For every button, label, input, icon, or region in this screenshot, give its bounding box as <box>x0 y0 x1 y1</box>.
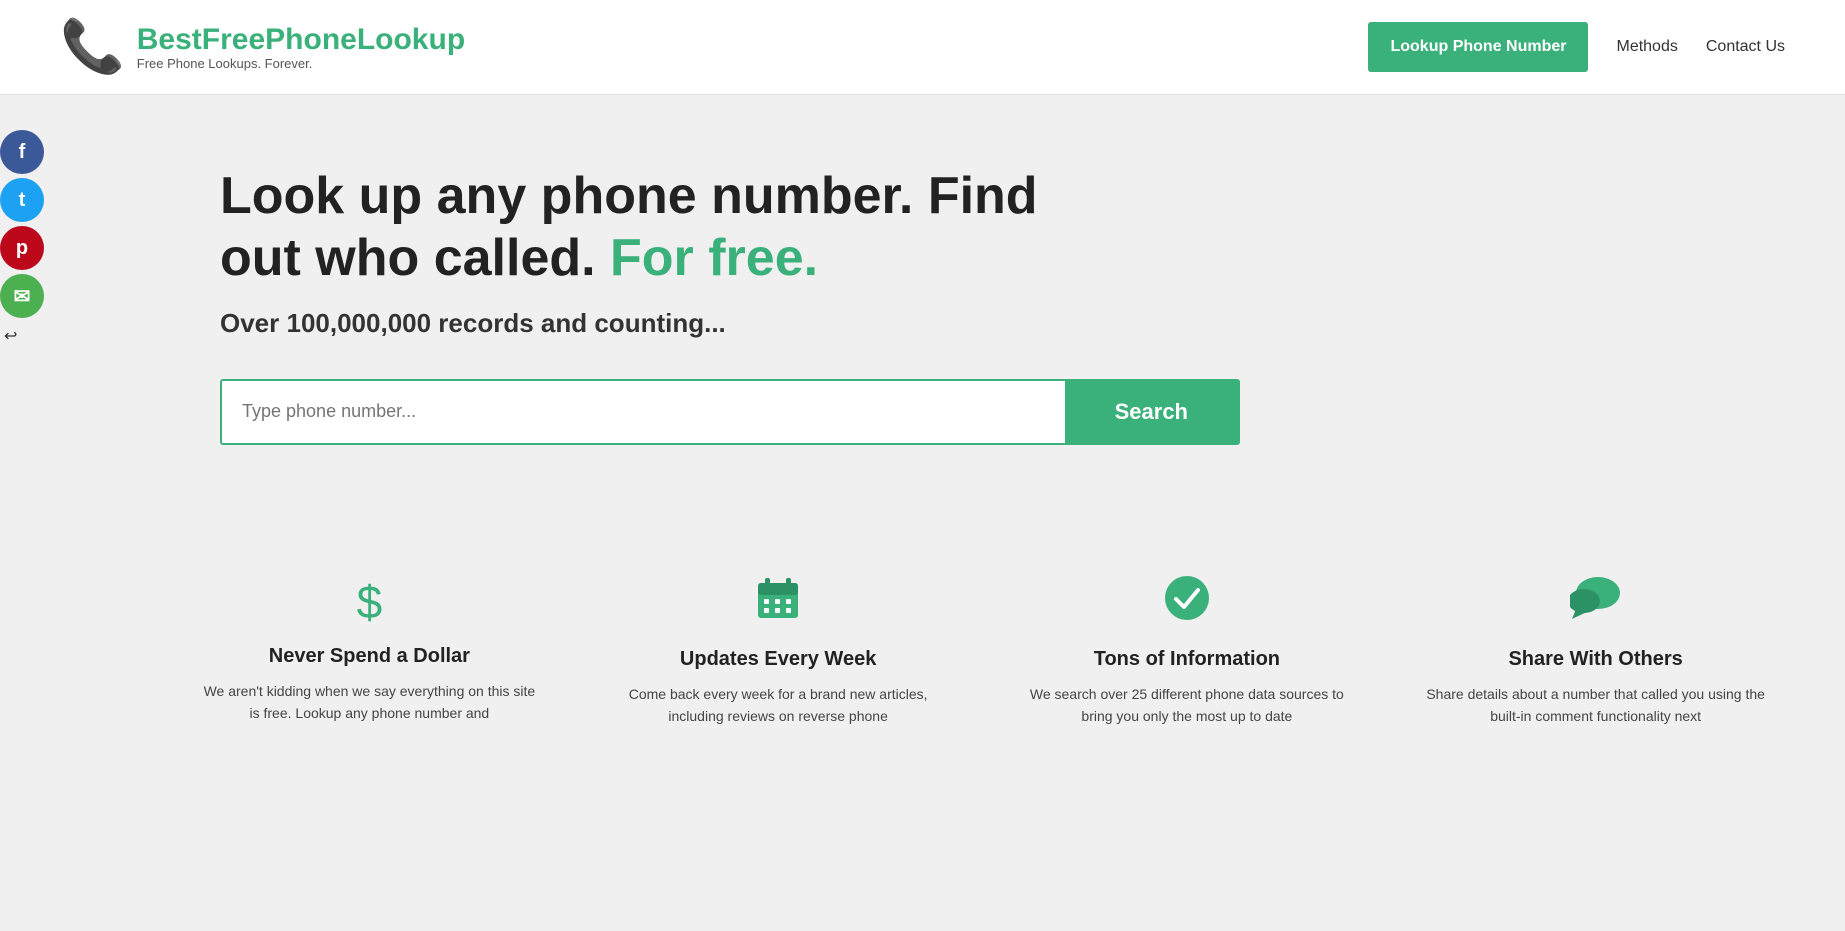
feature-title-0: Never Spend a Dollar <box>269 645 470 668</box>
feature-title-1: Updates Every Week <box>680 648 876 671</box>
facebook-button[interactable]: f <box>0 130 44 174</box>
logo-prefix: BestFree <box>137 23 265 56</box>
feature-title-3: Share With Others <box>1508 648 1682 671</box>
header: 📞 BestFreePhoneLookup Free Phone Lookups… <box>0 0 1845 95</box>
logo-area: 📞 BestFreePhoneLookup Free Phone Lookups… <box>60 21 465 73</box>
feature-item-1: Updates Every Week Come back every week … <box>589 565 968 738</box>
pinterest-icon: p <box>16 237 28 260</box>
feature-item-0: $ Never Spend a Dollar We aren't kidding… <box>180 565 559 738</box>
logo-brand: BestFreePhoneLookup <box>137 23 465 56</box>
hero-title-highlight: For free. <box>610 229 818 287</box>
calendar-icon <box>755 575 801 632</box>
chat-icon <box>1570 575 1622 632</box>
email-icon: ✉ <box>14 284 31 309</box>
facebook-icon: f <box>19 141 26 164</box>
logo-tagline: Free Phone Lookups. Forever. <box>137 56 465 71</box>
methods-link[interactable]: Methods <box>1616 38 1677 56</box>
email-button[interactable]: ✉ <box>0 274 44 318</box>
hero-subtitle: Over 100,000,000 records and counting... <box>220 308 1785 339</box>
feature-title-2: Tons of Information <box>1094 648 1280 671</box>
twitter-button[interactable]: t <box>0 178 44 222</box>
social-sidebar: f t p ✉ ↩ <box>0 130 44 346</box>
features-section: $ Never Spend a Dollar We aren't kidding… <box>0 505 1845 778</box>
logo-green: Phone <box>265 23 357 56</box>
phone-icon: 📞 <box>60 21 125 73</box>
twitter-icon: t <box>19 189 26 212</box>
feature-desc-2: We search over 25 different phone data s… <box>1018 683 1357 728</box>
logo-suffix: Lookup <box>357 23 465 56</box>
feature-desc-3: Share details about a number that called… <box>1426 683 1765 728</box>
lookup-phone-button[interactable]: Lookup Phone Number <box>1368 22 1588 72</box>
search-button[interactable]: Search <box>1065 381 1238 443</box>
logo-text: BestFreePhoneLookup Free Phone Lookups. … <box>137 23 465 71</box>
pinterest-button[interactable]: p <box>0 226 44 270</box>
dollar-icon: $ <box>357 575 383 629</box>
feature-item-2: Tons of Information We search over 25 di… <box>998 565 1377 738</box>
checkmark-icon <box>1164 575 1210 632</box>
hero-section: Look up any phone number. Find out who c… <box>0 95 1845 505</box>
search-bar: Search <box>220 379 1240 445</box>
feature-desc-0: We aren't kidding when we say everything… <box>200 680 539 725</box>
search-input[interactable] <box>222 381 1065 443</box>
nav-area: Lookup Phone Number Methods Contact Us <box>1368 22 1785 72</box>
feature-desc-1: Come back every week for a brand new art… <box>609 683 948 728</box>
feature-item-3: Share With Others Share details about a … <box>1406 565 1785 738</box>
hero-title: Look up any phone number. Find out who c… <box>220 165 1120 290</box>
contact-link[interactable]: Contact Us <box>1706 38 1785 56</box>
social-arrow: ↩ <box>0 326 44 346</box>
